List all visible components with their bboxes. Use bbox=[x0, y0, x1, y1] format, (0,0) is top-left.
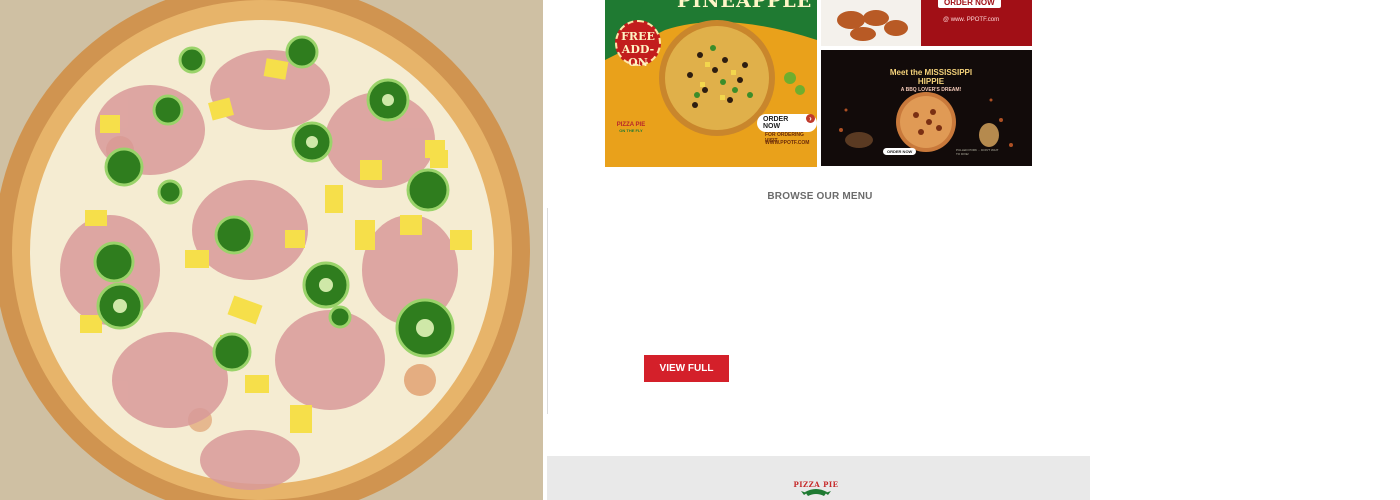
pizza-illustration bbox=[0, 0, 543, 500]
brand-logo: PIZZA PIE ON THE FLY bbox=[613, 122, 649, 134]
footer-logo[interactable]: PIZZA PIE bbox=[791, 480, 841, 500]
page: PINEAPPLE FREE ADD-ON ORDER NOW FOR ORDE… bbox=[0, 0, 1400, 500]
promo-tile-wings[interactable]: ORDER NOW @ www. PPOTF.com bbox=[821, 0, 1032, 46]
section-divider bbox=[547, 208, 548, 414]
order-now-label[interactable]: ORDER NOW bbox=[883, 148, 917, 155]
promo-url: @ www. PPOTF.com bbox=[943, 17, 1000, 23]
free-addon-badge: FREE ADD-ON bbox=[615, 20, 661, 69]
brand-tagline: ON THE FLY bbox=[619, 128, 643, 133]
wings-logo-icon bbox=[801, 489, 831, 496]
browse-menu-heading: BROWSE OUR MENU bbox=[767, 191, 873, 202]
promo-title: Meet the MISSISSIPPI HIPPIE bbox=[889, 68, 973, 86]
promo-subtitle: A BBQ LOVER'S DREAM! bbox=[900, 87, 962, 93]
promo-tile-mississippi-hippie[interactable]: Meet the MISSISSIPPI HIPPIE A BBQ LOVER'… bbox=[821, 50, 1032, 166]
view-full-menu-button[interactable]: VIEW FULL MENU bbox=[644, 355, 729, 401]
order-now-label[interactable]: ORDER NOW bbox=[938, 0, 1001, 8]
footer: PIZZA PIE bbox=[547, 456, 1090, 500]
promo-url: WWW.PPOTF.COM bbox=[765, 140, 810, 146]
promo-tile-pineapple[interactable]: PINEAPPLE FREE ADD-ON ORDER NOW FOR ORDE… bbox=[605, 0, 817, 167]
promo-note: PULLED PORK ... DON'T WAIT TO DIVE! bbox=[956, 148, 999, 156]
order-now-pill[interactable]: ORDER NOW bbox=[757, 114, 817, 132]
promo-title: PINEAPPLE bbox=[677, 0, 813, 12]
hero-pizza-image bbox=[0, 0, 543, 500]
